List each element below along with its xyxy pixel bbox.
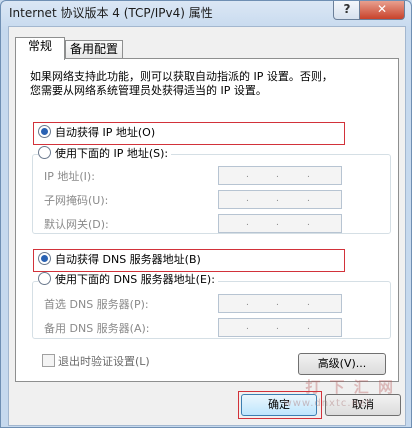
manual-ip-label: 使用下面的 IP 地址(S): [55,147,169,160]
advanced-button[interactable]: 高级(V)... [298,353,386,375]
auto-dns-label: 自动获得 DNS 服务器地址(B) [55,253,201,266]
manual-dns-label: 使用下面的 DNS 服务器地址(E): [55,273,215,286]
validate-on-exit-label: 退出时验证设置(L) [58,355,150,368]
auto-ip-radio[interactable] [38,125,51,138]
watermark-url: www.dnxtc.net [283,398,371,409]
auto-dns-option[interactable]: 自动获得 DNS 服务器地址(B) [38,252,201,268]
ip-address-label: IP 地址(I): [44,170,95,183]
ip-address-field: ... [218,166,342,185]
subnet-mask-field: ... [218,190,342,209]
tab-general[interactable]: 常规 [15,37,65,60]
preferred-dns-field: ... [218,294,342,313]
auto-ip-label: 自动获得 IP 地址(O) [55,126,156,139]
watermark-logo: 打 下 汇 网 [305,378,395,396]
tab-alternate-config[interactable]: 备用配置 [65,40,123,59]
validate-on-exit-checkbox[interactable] [42,354,55,367]
manual-dns-radio[interactable] [38,272,51,285]
default-gateway-label: 默认网关(D): [44,218,109,231]
close-button[interactable]: ✕ [359,1,405,20]
auto-dns-radio[interactable] [38,252,51,265]
general-tab-panel: 如果网络支持此功能，则可以获取自动指派的 IP 设置。否则， 您需要从网络系统管… [15,58,399,382]
subnet-mask-label: 子网掩码(U): [44,194,109,207]
default-gateway-field: ... [218,214,342,233]
alternate-dns-field: ... [218,318,342,337]
manual-ip-option[interactable]: 使用下面的 IP 地址(S): [38,146,172,162]
help-button[interactable]: ? [333,1,361,20]
description-text: 如果网络支持此功能，则可以获取自动指派的 IP 设置。否则， 您需要从网络系统管… [30,70,333,97]
alternate-dns-label: 备用 DNS 服务器(A): [44,322,150,335]
dialog-client-area: 常规 备用配置 如果网络支持此功能，则可以获取自动指派的 IP 设置。否则， 您… [8,26,406,426]
dialog-window: Internet 协议版本 4 (TCP/IPv4) 属性 ? ✕ 常规 备用配… [0,0,412,428]
auto-ip-option[interactable]: 自动获得 IP 地址(O) [38,125,155,141]
window-title: Internet 协议版本 4 (TCP/IPv4) 属性 [9,6,213,20]
preferred-dns-label: 首选 DNS 服务器(P): [44,298,149,311]
manual-dns-option[interactable]: 使用下面的 DNS 服务器地址(E): [38,272,218,288]
manual-ip-radio[interactable] [38,146,51,159]
